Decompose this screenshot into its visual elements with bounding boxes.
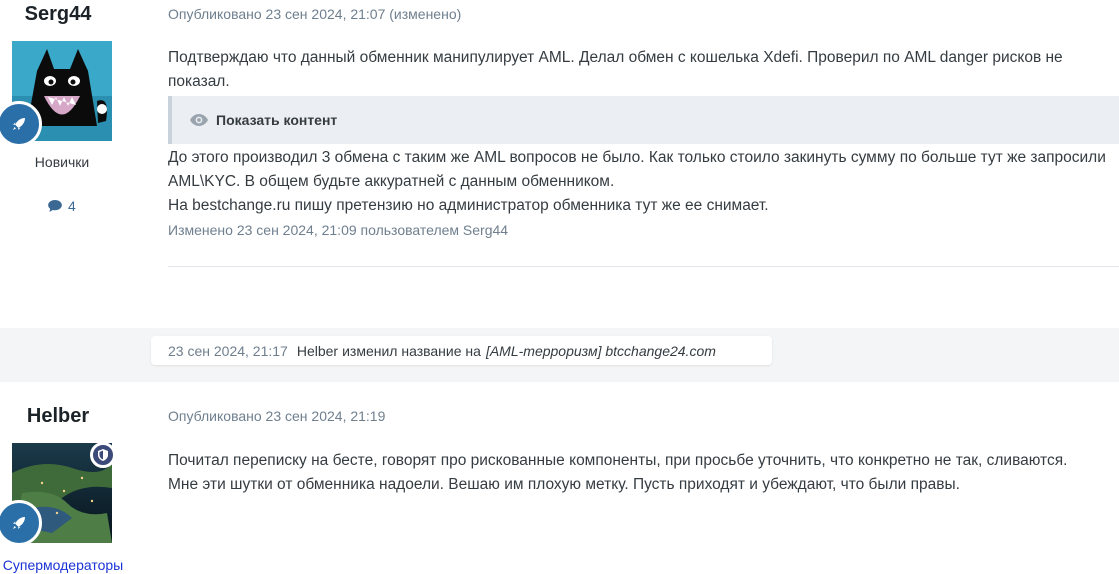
post-paragraph-1: Подтверждаю что данный обменник манипули… [168,49,1063,90]
spoiler-toggle[interactable]: Показать контент [168,96,1119,144]
author-name-link[interactable]: Serg44 [0,3,116,26]
post-serg44: Serg44 Новички 4 Опубликовано 23 сен 202… [0,0,1119,328]
moderator-badge [90,442,116,468]
author-name-link[interactable]: Helber [0,405,116,428]
eye-icon [190,114,208,126]
post-body: Почитал переписку на бесте, говорят про … [168,449,1119,497]
post-meta[interactable]: Опубликовано 23 сен 2024, 21:19 [168,408,385,424]
divider [168,266,1119,267]
spoiler-label: Показать контент [216,112,338,128]
event-action: изменил название на [342,342,481,359]
post-helber: Helber Супермодераторы Опубликовано 23 с… [0,382,1119,574]
user-group: Новички [34,154,90,170]
post-count[interactable]: 4 [0,198,124,214]
post-paragraph-2: До этого производил 3 обмена с таким же … [168,149,1106,190]
rocket-icon [13,118,25,130]
user-group: Супермодераторы [2,557,124,573]
post-body-continued: До этого производил 3 обмена с таким же … [168,146,1119,218]
rocket-icon [13,517,25,529]
post-paragraph-2: Мне эти шутки от обменника надоели. Веша… [168,476,960,493]
title-change-event: 23 сен 2024, 21:17 Helber изменил назван… [151,336,772,365]
event-time[interactable]: 23 сен 2024, 21:17 [168,343,288,359]
edited-note: Изменено 23 сен 2024, 21:09 пользователе… [168,222,509,238]
event-band: 23 сен 2024, 21:17 Helber изменил назван… [0,328,1119,382]
post-count-value: 4 [68,198,76,214]
event-new-title: [AML-терроризм] btcchange24.com [485,342,716,359]
post-meta[interactable]: Опубликовано 23 сен 2024, 21:07 (изменен… [168,6,461,22]
post-paragraph-1: Почитал переписку на бесте, говорят про … [168,452,1068,469]
event-user-link[interactable]: Helber [297,343,338,359]
post-paragraph-3: На bestchange.ru пишу претензию но админ… [168,197,769,214]
comment-icon [48,200,63,212]
shield-icon [98,449,108,461]
